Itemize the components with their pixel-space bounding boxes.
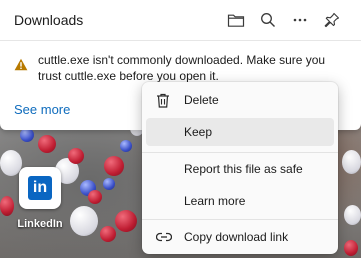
warning-message: cuttle.exe isn't commonly downloaded. Ma… xyxy=(38,53,326,83)
balloon xyxy=(342,150,361,174)
folder-icon xyxy=(227,14,245,27)
balloon xyxy=(115,210,137,232)
balloon xyxy=(344,205,361,225)
menu-item-label: Keep xyxy=(184,125,213,139)
menu-separator xyxy=(142,219,338,220)
menu-item-label: Copy download link xyxy=(184,230,289,244)
balloon xyxy=(70,206,98,236)
more-options-button[interactable] xyxy=(288,8,312,32)
linkedin-logo-icon: in xyxy=(28,176,52,200)
pin-downloads-button[interactable] xyxy=(320,8,344,32)
downloads-title: Downloads xyxy=(14,12,84,28)
menu-item-copy-link[interactable]: Copy download link xyxy=(146,223,334,251)
menu-item-learn-more[interactable]: Learn more xyxy=(146,187,334,215)
downloads-header: Downloads xyxy=(0,0,361,41)
balloon xyxy=(88,190,102,204)
balloon xyxy=(100,226,116,242)
menu-item-delete[interactable]: Delete xyxy=(146,86,334,114)
search-downloads-button[interactable] xyxy=(256,8,280,32)
see-more-link[interactable]: See more xyxy=(14,102,70,117)
open-folder-button[interactable] xyxy=(224,8,248,32)
warning-icon xyxy=(14,58,28,71)
more-icon xyxy=(293,18,307,22)
linkedin-shortcut-icon[interactable]: in xyxy=(19,167,61,209)
download-context-menu: Delete Keep Report this file as safe Lea… xyxy=(142,82,338,254)
link-icon xyxy=(156,232,172,242)
menu-item-label: Delete xyxy=(184,93,219,107)
balloon xyxy=(68,148,84,164)
balloon xyxy=(344,240,358,256)
balloon xyxy=(0,196,14,216)
balloon xyxy=(38,135,56,153)
balloon xyxy=(120,140,132,152)
balloon xyxy=(104,156,124,176)
pin-icon xyxy=(324,12,340,28)
balloon xyxy=(103,178,115,190)
linkedin-shortcut-label[interactable]: LinkedIn xyxy=(10,218,70,230)
menu-item-label: Report this file as safe xyxy=(184,162,303,176)
menu-item-keep[interactable]: Keep xyxy=(146,118,334,146)
menu-item-label: Learn more xyxy=(184,194,246,208)
trash-icon xyxy=(157,93,169,108)
menu-separator xyxy=(142,152,338,153)
menu-item-report-safe[interactable]: Report this file as safe xyxy=(146,155,334,183)
search-icon xyxy=(261,13,275,27)
balloon xyxy=(20,128,34,142)
